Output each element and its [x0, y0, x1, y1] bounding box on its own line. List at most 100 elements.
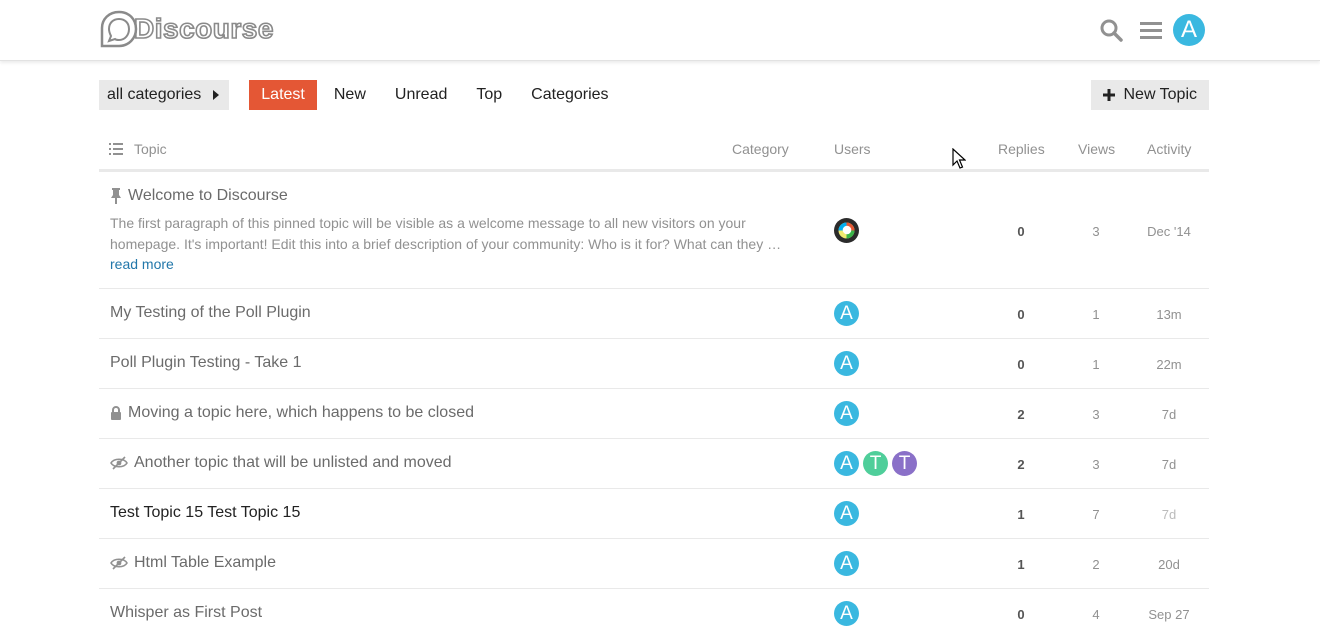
list-icon[interactable] — [109, 143, 123, 155]
search-button[interactable] — [1091, 13, 1131, 47]
reply-count[interactable]: 2 — [991, 407, 1051, 422]
activity-time[interactable]: 7d — [1139, 507, 1199, 522]
topic-posters: A — [834, 401, 859, 426]
topic-title-link[interactable]: Poll Plugin Testing - Take 1 — [110, 354, 302, 372]
user-avatar[interactable]: A — [834, 451, 859, 476]
category-dropdown[interactable]: all categories — [99, 80, 230, 110]
view-count: 4 — [1092, 607, 1100, 622]
user-avatar[interactable]: A — [834, 351, 859, 376]
site-logo[interactable]: Discourse — [99, 8, 274, 50]
nav-tab-top[interactable]: Top — [464, 80, 514, 110]
topic-posters: A — [834, 301, 859, 326]
topic-posters — [834, 218, 859, 243]
lock-icon — [111, 406, 121, 420]
header-actions: A — [1091, 13, 1205, 47]
new-topic-button[interactable]: New Topic — [1091, 80, 1209, 110]
mouse-cursor-icon — [952, 148, 966, 169]
user-avatar[interactable]: A — [834, 601, 859, 626]
topic-posters: ATT — [834, 451, 917, 476]
site-header: Discourse A — [0, 0, 1320, 61]
user-avatar[interactable]: T — [863, 451, 888, 476]
reply-count[interactable]: 0 — [991, 357, 1051, 372]
topic-title-text: Test Topic 15 Test Topic 15 — [110, 504, 301, 521]
view-count: 1 — [1092, 357, 1100, 372]
logo-text: Discourse — [133, 12, 274, 45]
topic-row: Test Topic 15 Test Topic 15 A 1 7 7d — [99, 489, 1209, 539]
topic-title-link[interactable]: Moving a topic here, which happens to be… — [110, 404, 474, 422]
topic-posters: A — [834, 601, 859, 626]
user-avatar[interactable]: A — [834, 301, 859, 326]
topic-row: My Testing of the Poll Plugin A 0 1 13m — [99, 289, 1209, 339]
topic-posters: A — [834, 501, 859, 526]
topic-title-text: Welcome to Discourse — [128, 187, 288, 204]
nav-tab-unread[interactable]: Unread — [383, 80, 459, 110]
reply-count[interactable]: 2 — [991, 457, 1051, 472]
unlisted-eye-icon — [110, 556, 128, 570]
topic-posters: A — [834, 351, 859, 376]
plus-icon — [1103, 89, 1116, 101]
header-replies[interactable]: Replies — [998, 141, 1045, 157]
topic-list-header: Topic Category Users Replies Views Activ… — [99, 131, 1209, 172]
reply-count[interactable]: 1 — [991, 557, 1051, 572]
activity-time[interactable]: 7d — [1139, 457, 1199, 472]
topic-row: Welcome to Discourse The first paragraph … — [99, 172, 1209, 289]
nav-tab-new[interactable]: New — [322, 80, 378, 110]
activity-time[interactable]: Dec '14 — [1139, 224, 1199, 239]
nav-tab-categories[interactable]: Categories — [519, 80, 620, 110]
topic-row: Moving a topic here, which happens to be… — [99, 389, 1209, 439]
topic-title-link[interactable]: Another topic that will be unlisted and … — [110, 454, 452, 472]
pin-icon — [111, 188, 121, 204]
reply-count[interactable]: 0 — [991, 224, 1051, 239]
topic-title-link[interactable]: Html Table Example — [110, 554, 276, 572]
header-users: Users — [834, 141, 871, 157]
topic-title-text: My Testing of the Poll Plugin — [110, 304, 311, 321]
hamburger-icon — [1140, 22, 1162, 39]
view-count: 3 — [1092, 407, 1100, 422]
view-count: 3 — [1092, 224, 1100, 239]
system-avatar[interactable] — [834, 218, 859, 243]
topic-title-text: Whisper as First Post — [110, 604, 263, 621]
topic-list: Topic Category Users Replies Views Activ… — [99, 131, 1209, 635]
activity-time[interactable]: 7d — [1139, 407, 1199, 422]
header-activity[interactable]: Activity — [1147, 141, 1191, 157]
topic-row: Html Table Example A 1 2 20d — [99, 539, 1209, 589]
new-topic-label: New Topic — [1123, 86, 1197, 103]
reply-count[interactable]: 0 — [991, 307, 1051, 322]
user-avatar[interactable]: A — [834, 501, 859, 526]
topic-title-text: Another topic that will be unlisted and … — [134, 454, 452, 471]
topic-title-link[interactable]: My Testing of the Poll Plugin — [110, 304, 311, 322]
view-count: 3 — [1092, 457, 1100, 472]
topic-row: Poll Plugin Testing - Take 1 A 0 1 22m — [99, 339, 1209, 389]
nav-tab-latest[interactable]: Latest — [249, 80, 317, 110]
topic-title-link[interactable]: Welcome to Discourse — [110, 187, 288, 205]
user-avatar[interactable]: T — [892, 451, 917, 476]
reply-count[interactable]: 1 — [991, 507, 1051, 522]
activity-time[interactable]: Sep 27 — [1139, 607, 1199, 622]
user-avatar[interactable]: A — [834, 551, 859, 576]
category-dropdown-label: all categories — [107, 86, 202, 103]
topic-excerpt: The first paragraph of this pinned topic… — [110, 215, 782, 252]
header-topic[interactable]: Topic — [134, 141, 167, 157]
topic-title-link[interactable]: Test Topic 15 Test Topic 15 — [110, 504, 300, 522]
topic-title-link[interactable]: Whisper as First Post — [110, 604, 262, 622]
current-user-avatar[interactable]: A — [1173, 14, 1205, 46]
activity-time[interactable]: 13m — [1139, 307, 1199, 322]
topic-posters: A — [834, 551, 859, 576]
read-more-link[interactable]: read more — [110, 256, 174, 272]
search-icon — [1100, 19, 1123, 42]
topic-title-text: Poll Plugin Testing - Take 1 — [110, 354, 302, 371]
activity-time[interactable]: 22m — [1139, 357, 1199, 372]
topic-title-text: Moving a topic here, which happens to be… — [128, 404, 474, 421]
topic-title-text: Html Table Example — [134, 554, 276, 571]
activity-time[interactable]: 20d — [1139, 557, 1199, 572]
user-avatar[interactable]: A — [834, 401, 859, 426]
caret-right-icon — [213, 90, 220, 100]
hamburger-menu-button[interactable] — [1131, 13, 1171, 47]
reply-count[interactable]: 0 — [991, 607, 1051, 622]
view-count: 1 — [1092, 307, 1100, 322]
unlisted-eye-icon — [110, 456, 128, 470]
header-category[interactable]: Category — [732, 141, 789, 157]
topic-row: Whisper as First Post A 0 4 Sep 27 — [99, 589, 1209, 635]
discourse-system-icon — [838, 222, 855, 239]
header-views[interactable]: Views — [1078, 141, 1115, 157]
